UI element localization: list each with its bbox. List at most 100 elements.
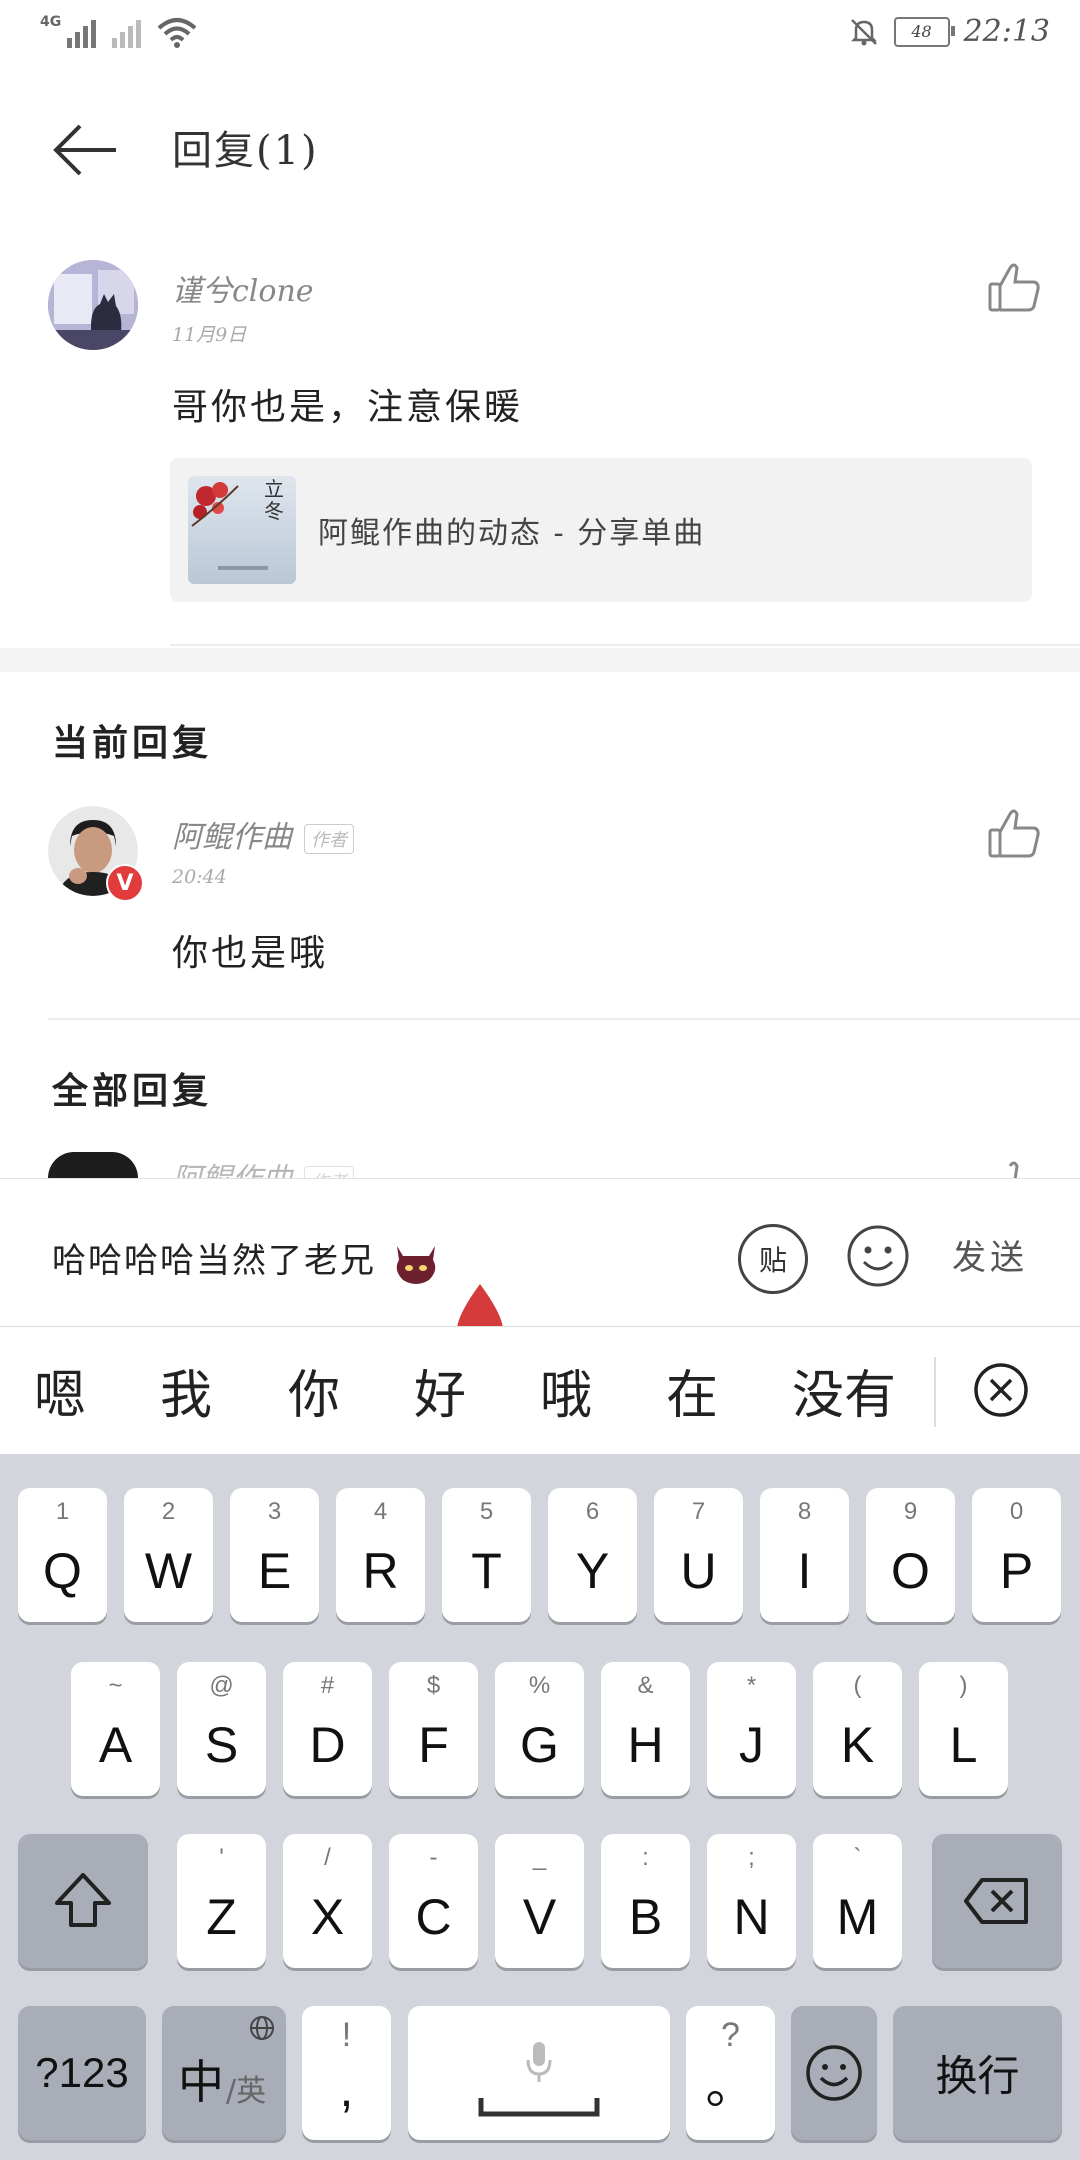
key-p[interactable]: 0P bbox=[972, 1488, 1061, 1622]
key-sub-label: @ bbox=[209, 1672, 234, 1699]
key-sub-label: ; bbox=[748, 1844, 755, 1871]
sticker-label: 贴 bbox=[758, 1244, 787, 1277]
key-b[interactable]: :B bbox=[601, 1834, 690, 1968]
key-label: Z bbox=[206, 1889, 237, 1945]
key-u[interactable]: 7U bbox=[654, 1488, 743, 1622]
key-o[interactable]: 9O bbox=[866, 1488, 955, 1622]
language-switch-key[interactable]: 中/英 bbox=[162, 2006, 286, 2140]
space-bar-icon bbox=[478, 2098, 600, 2117]
network-type: 4G bbox=[40, 14, 62, 30]
current-reply-title: 当前回复 bbox=[52, 722, 213, 764]
key-g[interactable]: % G bbox=[495, 1662, 584, 1796]
key-w[interactable]: 2W bbox=[124, 1488, 213, 1622]
key-sub-label: # bbox=[320, 1672, 335, 1699]
key-sub-label: : bbox=[642, 1844, 649, 1871]
username[interactable]: 谨兮clone bbox=[172, 266, 314, 310]
key-s[interactable]: @ S bbox=[177, 1662, 266, 1796]
partial-username[interactable]: 阿鲲作曲作者 bbox=[172, 1154, 354, 1178]
battery-level: 48 bbox=[911, 22, 932, 41]
num-symbol-key[interactable]: ?123 bbox=[18, 2006, 146, 2140]
signal-icon-2 bbox=[112, 14, 142, 48]
key-sub-label: - bbox=[429, 1844, 438, 1871]
backspace-icon bbox=[964, 1878, 1028, 1924]
key-q[interactable]: 1Q bbox=[18, 1488, 107, 1622]
candidate-word[interactable]: 嗯 bbox=[34, 1353, 86, 1428]
reply-input[interactable]: 哈哈哈哈当然了老兄 bbox=[52, 1233, 443, 1286]
key-d[interactable]: # D bbox=[283, 1662, 372, 1796]
reply-time: 20:44 bbox=[172, 866, 227, 888]
candidate-word[interactable]: 没有 bbox=[792, 1353, 896, 1428]
key-i[interactable]: 8I bbox=[760, 1488, 849, 1622]
author-username[interactable]: 阿鲲作曲 作者 bbox=[172, 812, 354, 856]
backspace-key[interactable] bbox=[932, 1834, 1062, 1968]
section-gap bbox=[0, 648, 1080, 672]
key-sub-label: 8 bbox=[797, 1498, 812, 1525]
key-sub-label: 5 bbox=[479, 1498, 494, 1525]
key-y[interactable]: 6Y bbox=[548, 1488, 637, 1622]
reply-input-bar: 哈哈哈哈当然了老兄 bbox=[0, 1178, 1080, 1327]
candidate-word[interactable]: 好 bbox=[414, 1353, 466, 1428]
key-label: E bbox=[257, 1543, 292, 1599]
key-sub-label: 7 bbox=[691, 1498, 706, 1525]
candidate-word[interactable]: 你 bbox=[288, 1353, 340, 1428]
key-z[interactable]: ' Z bbox=[177, 1834, 266, 1968]
avatar[interactable] bbox=[48, 260, 138, 350]
candidate-word[interactable]: 在 bbox=[666, 1353, 718, 1428]
comma-key[interactable]: !, bbox=[302, 2006, 391, 2140]
enter-key[interactable]: 换行 bbox=[893, 2006, 1062, 2140]
key-label: 换行 bbox=[935, 2052, 1020, 2100]
key-c[interactable]: -C bbox=[389, 1834, 478, 1968]
key-a[interactable]: ~ A bbox=[71, 1662, 160, 1796]
avatar[interactable]: V bbox=[48, 806, 144, 902]
send-button[interactable]: 发送 bbox=[952, 1230, 1028, 1279]
reply-input-value: 哈哈哈哈当然了老兄 bbox=[52, 1241, 376, 1281]
key-label: L bbox=[949, 1717, 978, 1773]
key-f[interactable]: $ F bbox=[389, 1662, 478, 1796]
key-sub-label: 6 bbox=[585, 1498, 600, 1525]
key-e[interactable]: 3E bbox=[230, 1488, 319, 1622]
key-r[interactable]: 4R bbox=[336, 1488, 425, 1622]
space-key[interactable] bbox=[408, 2006, 670, 2140]
key-x[interactable]: / X bbox=[283, 1834, 372, 1968]
all-replies-title: 全部回复 bbox=[52, 1070, 213, 1112]
key-sub-label: ' bbox=[219, 1844, 224, 1871]
key-n[interactable]: ; N bbox=[707, 1834, 796, 1968]
key-sub-label: $ bbox=[426, 1672, 441, 1699]
key-m[interactable]: ` M bbox=[813, 1834, 902, 1968]
close-candidates-icon[interactable] bbox=[972, 1361, 1030, 1419]
shift-key[interactable] bbox=[18, 1834, 148, 1968]
key-label: T bbox=[471, 1543, 502, 1599]
key-label: K bbox=[840, 1717, 875, 1773]
key-label: Y bbox=[575, 1543, 610, 1599]
avatar-partial[interactable] bbox=[48, 1152, 138, 1178]
candidate-word[interactable]: 哦 bbox=[540, 1353, 592, 1428]
key-v[interactable]: _ V bbox=[495, 1834, 584, 1968]
thumbs-up-icon[interactable] bbox=[984, 258, 1044, 318]
key-label: , bbox=[339, 2061, 354, 2117]
key-l[interactable]: ) L bbox=[919, 1662, 1008, 1796]
candidate-separator bbox=[934, 1357, 936, 1427]
period-key[interactable]: ?。 bbox=[686, 2006, 775, 2140]
key-h[interactable]: & H bbox=[601, 1662, 690, 1796]
shift-arrow-icon bbox=[55, 1873, 111, 1927]
key-label: M bbox=[836, 1889, 879, 1945]
key-label: H bbox=[627, 1717, 664, 1773]
key-t[interactable]: 5T bbox=[442, 1488, 531, 1622]
emoji-icon[interactable] bbox=[846, 1224, 910, 1288]
sticker-button[interactable]: 贴 bbox=[738, 1224, 808, 1294]
thumbs-up-icon[interactable] bbox=[984, 804, 1044, 864]
candidate-word[interactable]: 我 bbox=[160, 1353, 212, 1428]
mute-bell-icon bbox=[850, 18, 877, 45]
emoji-key[interactable] bbox=[791, 2006, 877, 2140]
share-card[interactable]: 立冬 阿鲲作曲的动态 - 分享单曲 bbox=[170, 458, 1032, 602]
key-sub-label: * bbox=[746, 1672, 757, 1699]
divider bbox=[170, 644, 1080, 646]
key-sub-label: ) bbox=[959, 1672, 968, 1699]
key-k[interactable]: (K bbox=[813, 1662, 902, 1796]
key-j[interactable]: * J bbox=[707, 1662, 796, 1796]
key-label: S bbox=[204, 1717, 239, 1773]
signal-icon bbox=[67, 14, 97, 48]
clock: 22:13 bbox=[963, 14, 1050, 49]
status-bar: 4G 48 22:13 bbox=[0, 0, 1080, 70]
back-arrow-icon[interactable] bbox=[50, 118, 120, 188]
